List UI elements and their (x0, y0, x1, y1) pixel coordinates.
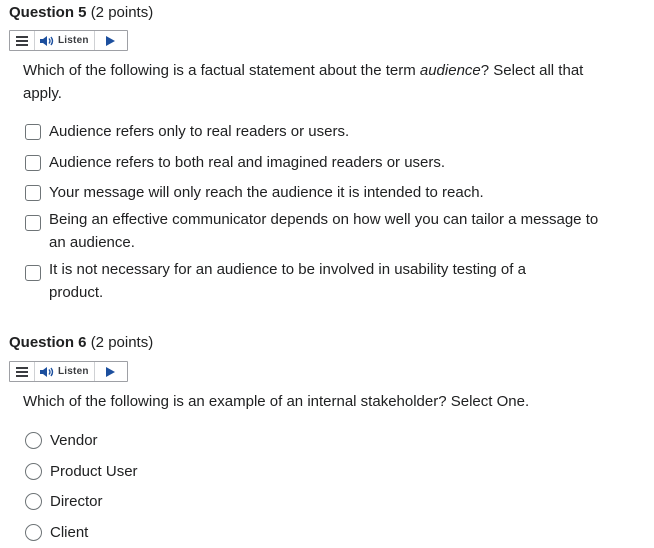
checkbox[interactable] (25, 265, 41, 281)
option-checkbox[interactable]: Your message will only reach the audienc… (25, 181, 609, 204)
option-label: Product User (50, 463, 138, 480)
radio-button[interactable] (25, 524, 42, 541)
option-label: Audience refers to both real and imagine… (49, 154, 446, 171)
option-radio[interactable]: Product User (25, 460, 610, 483)
option-radio[interactable]: Client (25, 521, 610, 544)
radio-button[interactable] (25, 432, 42, 449)
speaker-icon (40, 35, 54, 46)
option-checkbox[interactable]: It is not necessary for an audience to b… (25, 258, 549, 304)
option-checkbox[interactable]: Being an effective communicator depends … (25, 208, 609, 254)
option-label: It is not necessary for an audience to b… (49, 261, 526, 301)
option-label: Audience refers only to real readers or … (49, 123, 350, 140)
prompt-emphasis: audience (419, 62, 481, 79)
play-button[interactable] (95, 31, 127, 50)
question-number: Question 6 (9, 334, 87, 351)
listen-button[interactable]: Listen (35, 362, 95, 381)
play-icon (106, 35, 116, 46)
readspeaker-menu-button[interactable] (10, 362, 35, 381)
listen-button[interactable]: Listen (35, 31, 95, 50)
option-label: Vendor (50, 432, 98, 449)
checkbox[interactable] (25, 215, 41, 231)
question-5-title: Question 5 (2 points) (9, 4, 153, 21)
option-label: Director (50, 493, 103, 510)
option-label: Client (50, 524, 89, 541)
option-checkbox[interactable]: Audience refers only to real readers or … (25, 120, 609, 143)
play-button[interactable] (95, 362, 127, 381)
radio-button[interactable] (25, 493, 42, 510)
question-6-title: Question 6 (2 points) (9, 334, 153, 351)
checkbox[interactable] (25, 155, 41, 171)
quiz-page: Question 5 (2 points) Listen Which of th… (0, 0, 654, 548)
listen-label: Listen (58, 366, 89, 377)
option-checkbox[interactable]: Audience refers to both real and imagine… (25, 151, 609, 174)
prompt-text: Which of the following is a factual stat… (23, 62, 420, 79)
readspeaker-bar-q6: Listen (9, 361, 128, 382)
option-label: Being an effective communicator depends … (49, 211, 599, 251)
readspeaker-menu-button[interactable] (10, 31, 35, 50)
question-points: (2 points) (90, 334, 154, 351)
play-icon (106, 366, 116, 377)
readspeaker-bar-q5: Listen (9, 30, 128, 51)
question-points: (2 points) (90, 4, 154, 21)
checkbox[interactable] (25, 185, 41, 201)
menu-icon (16, 366, 28, 377)
listen-label: Listen (58, 35, 89, 46)
option-radio[interactable]: Vendor (25, 429, 610, 452)
question-number: Question 5 (9, 4, 87, 21)
speaker-icon (40, 366, 54, 377)
option-label: Your message will only reach the audienc… (49, 184, 484, 201)
question-5-prompt: Which of the following is a factual stat… (23, 59, 593, 105)
checkbox[interactable] (25, 124, 41, 140)
radio-button[interactable] (25, 463, 42, 480)
question-6-prompt: Which of the following is an example of … (23, 393, 530, 410)
menu-icon (16, 35, 28, 46)
option-radio[interactable]: Director (25, 490, 610, 513)
